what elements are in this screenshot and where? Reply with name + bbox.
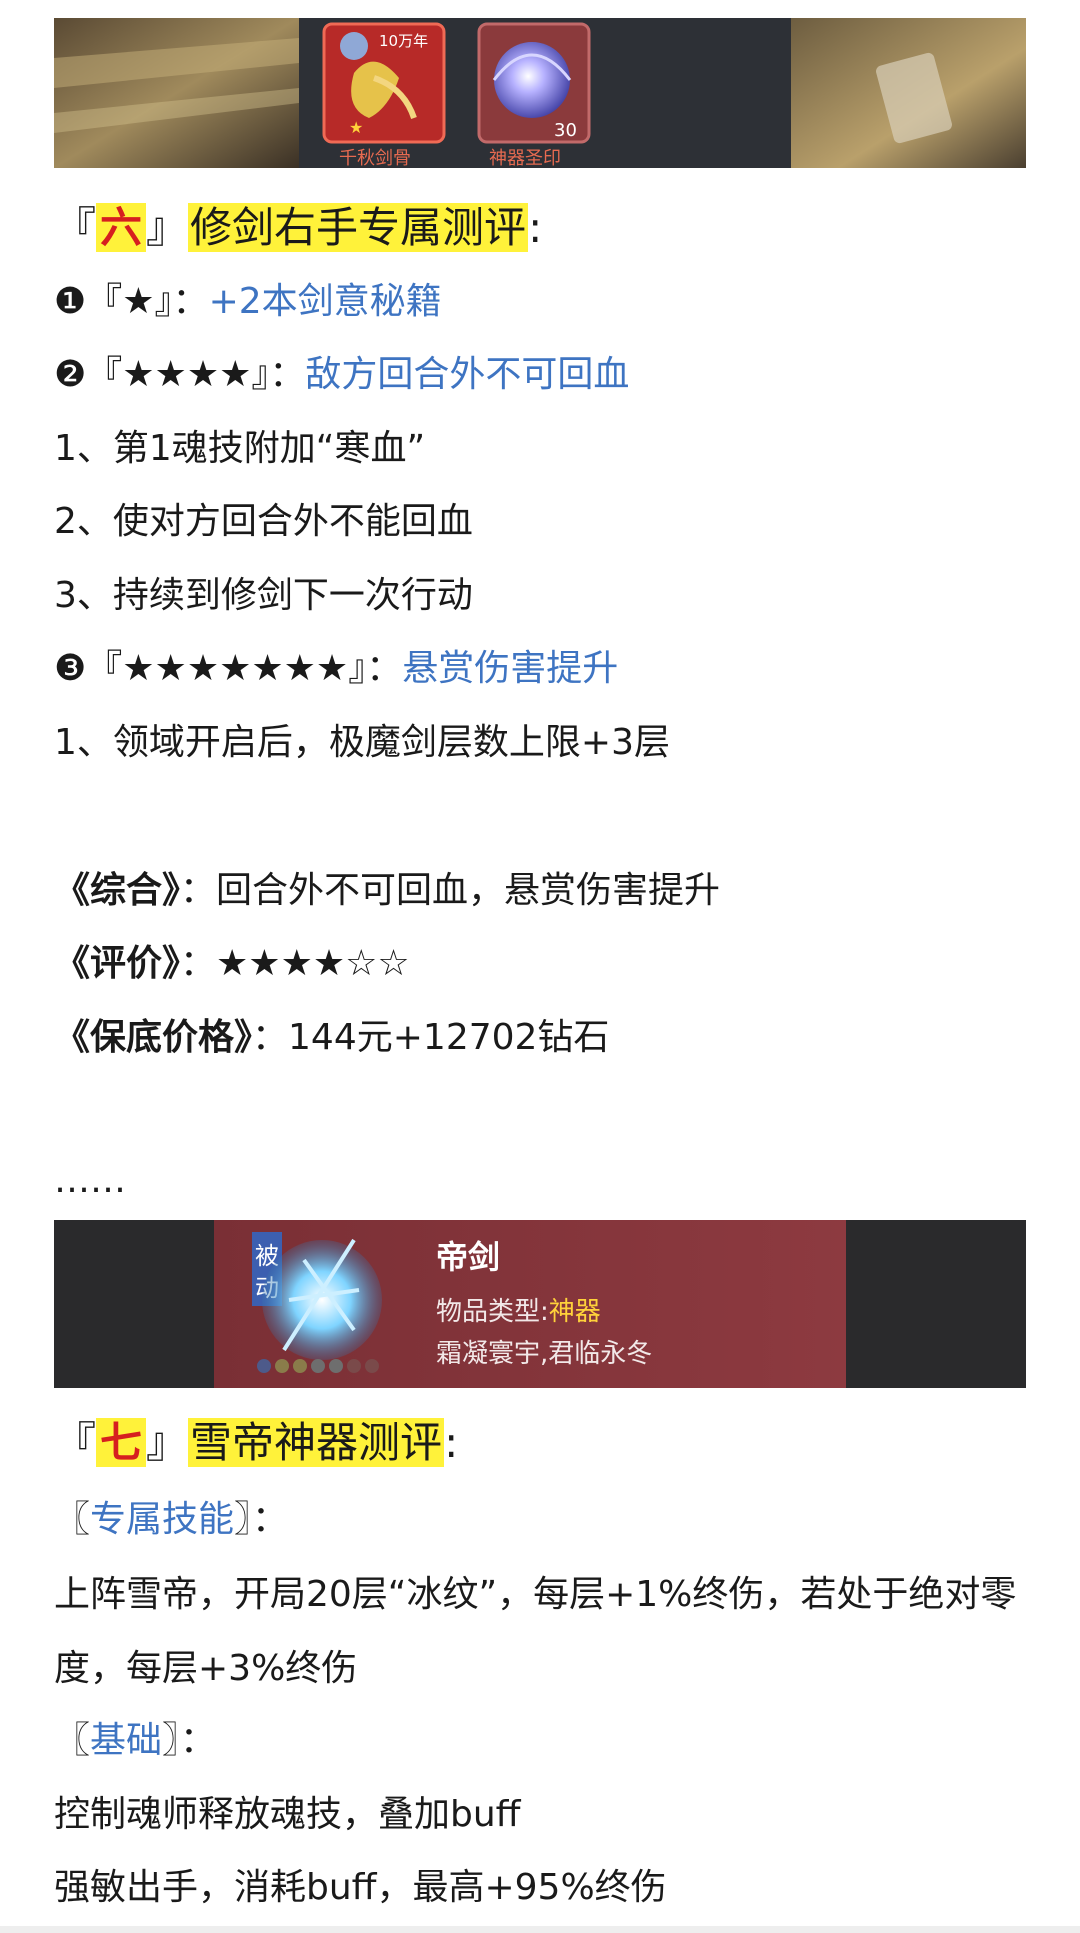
summary-sep: ： (180, 870, 217, 911)
title-colon: : (528, 203, 543, 252)
skill-heading-label: 专属技能 (90, 1499, 235, 1540)
list-item: 1、第1魂技附加“寒血” (54, 428, 426, 469)
summary-sep: ： (252, 1017, 289, 1058)
item-type-value: 神器 (549, 1297, 601, 1327)
summary-label: 《综合》 (54, 870, 181, 911)
skill-heading: 〖专属技能〗： (54, 1495, 288, 1545)
summary-overall: 《综合》：回合外不可回血，悬赏伤害提升 (54, 866, 720, 916)
bracket-close: 』 (146, 203, 189, 252)
list-item: 1、领域开启后，极魔剑层数上限+3层 (54, 722, 670, 763)
bracket-close: 〗： (162, 1720, 217, 1761)
item-name: 帝剑 (436, 1238, 500, 1276)
base-heading: 〖基础〗： (54, 1716, 216, 1766)
summary-price: 《保底价格》：144元+12702钻石 (54, 1013, 609, 1063)
summary-value: 144元+12702钻石 (288, 1017, 610, 1058)
summary-rating: 《评价》：★★★★☆☆ (54, 939, 410, 989)
bracket-open: 〖 (54, 1720, 91, 1761)
list-item: 2、使对方回合外不能回血 (54, 501, 473, 542)
bracket-close: 』 (146, 1418, 189, 1467)
bracket-close: 〗： (234, 1499, 289, 1540)
star-tier-3: ❸『★★★★★★★』：悬赏伤害提升 (54, 644, 618, 694)
item-type-label: 物品类型: (436, 1297, 549, 1327)
svg-text:物品类型:神器: 物品类型:神器 (436, 1297, 601, 1327)
bracket-open: 〖 (54, 1499, 91, 1540)
star-tier-1: ❶『★』：+2本剑意秘籍 (54, 277, 442, 327)
tier-value: +2本剑意秘籍 (208, 281, 442, 322)
section-title-text: 雪帝神器测评 (188, 1418, 445, 1467)
card1-label: 千秋剑骨 (339, 148, 411, 168)
section-seven-title: 『七』雪帝神器测评: (54, 1413, 458, 1473)
section-title-text: 修剑右手专属测评 (188, 203, 529, 252)
tier-mark: ❸『★★★★★★★』： (54, 648, 403, 689)
title-colon: : (444, 1418, 459, 1467)
summary-value: 回合外不可回血，悬赏伤害提升 (216, 870, 721, 911)
skill-text: 上阵雪帝，开局20层“冰纹”，每层+1%终伤，若处于绝对零度，每层+3%终伤 (54, 1574, 1017, 1689)
bottom-divider (0, 1926, 1080, 1933)
section-number: 六 (96, 203, 147, 252)
tier-value: 敌方回合外不可回血 (305, 354, 630, 395)
base-line: 强敏出手，消耗buff，最高+95%终伤 (54, 1867, 667, 1908)
rating-stars: ★★★★☆☆ (216, 943, 410, 984)
card2-count: 30 (554, 120, 577, 141)
base-line: 控制魂师释放魂技，叠加buff (54, 1794, 521, 1835)
summary-sep: ： (180, 943, 217, 984)
bracket-open: 『 (54, 203, 97, 252)
tier-mark: ❶『★』： (54, 281, 209, 322)
item-banner-art: 被 动 帝剑 物品类型:神器 霜凝寰宇,君临永冬 (54, 1220, 1026, 1388)
banner-art: ★ 10万年 千秋剑骨 30 神器圣印 (54, 18, 1026, 168)
summary-label: 《保底价格》 (54, 1017, 253, 1058)
star-tier-2: ❷『★★★★』：敌方回合外不可回血 (54, 350, 629, 400)
tier-value: 悬赏伤害提升 (402, 648, 619, 689)
ellipsis: …… (54, 1160, 126, 1201)
card1-badge: 10万年 (379, 32, 428, 50)
article: ★ 10万年 千秋剑骨 30 神器圣印 『六』修剑右手专属测评: ❶『★』：+2… (0, 0, 1080, 1933)
svg-text:★: ★ (349, 118, 363, 137)
item-desc: 霜凝寰宇,君临永冬 (436, 1339, 652, 1369)
base-heading-label: 基础 (90, 1720, 163, 1761)
bracket-open: 『 (54, 1418, 97, 1467)
item-info-banner: 被 动 帝剑 物品类型:神器 霜凝寰宇,君临永冬 (54, 1220, 1026, 1388)
tier-mark: ❷『★★★★』： (54, 354, 306, 395)
section-six-title: 『六』修剑右手专属测评: (54, 198, 542, 258)
summary-label: 《评价》 (54, 943, 181, 984)
artifact-cards-banner: ★ 10万年 千秋剑骨 30 神器圣印 (54, 18, 1026, 168)
list-item: 3、持续到修剑下一次行动 (54, 575, 473, 616)
card2-label: 神器圣印 (489, 148, 561, 168)
section-number: 七 (96, 1418, 147, 1467)
